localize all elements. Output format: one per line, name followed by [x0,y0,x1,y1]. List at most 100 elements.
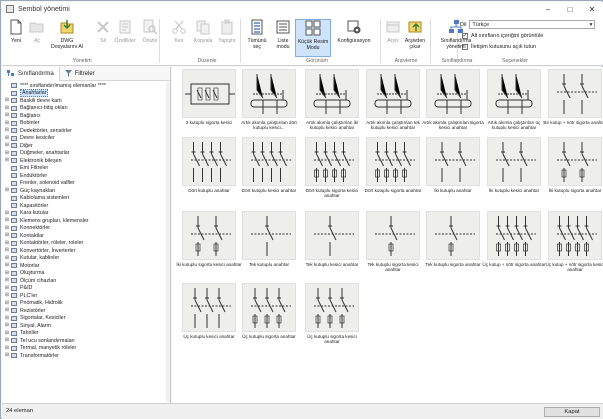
ribbon-button-2[interactable]: DWG Dosyalarını Al [49,19,85,50]
expand-plus-icon[interactable]: ⊞ [4,113,10,118]
expand-plus-icon[interactable]: ⊞ [4,120,10,126]
tree-item[interactable]: ⊞ Sinyal, Alarm [2,322,170,330]
ribbon-button-9[interactable]: Tümünü seç [245,19,269,50]
expand-plus-icon[interactable]: ⊞ [4,315,10,321]
expand-plus-icon[interactable]: ⊞ [4,285,10,291]
tree-item[interactable]: Endüktörler [2,172,170,180]
expand-plus-icon[interactable]: ⊞ [4,188,10,193]
expand-plus-icon[interactable]: ⊞ [4,278,10,283]
minimize-icon[interactable]: – [537,2,559,16]
symbol-tile[interactable]: Tek kutuplu kesici anahtar [299,209,365,277]
symbol-tile[interactable]: Tek kutuplu sigorta anahtar [420,209,486,277]
symbol-tile[interactable]: Üç kutup + nötr sigorta kesici anahtar [542,209,603,277]
tree-item[interactable]: ⊞ Bağlatıcı [2,112,170,120]
expand-plus-icon[interactable]: ⊞ [4,353,10,358]
tree-item[interactable]: Anahtarlar [2,89,170,98]
tree-item[interactable]: ⊞ Bağlanıcı-bitiş okları [2,105,170,113]
tree-item[interactable]: ⊞ Termal, manyetik röleler [2,345,170,353]
tree-item[interactable]: ⊞ Sigortalar, Kesiciler [2,315,170,323]
expand-plus-icon[interactable]: ⊞ [4,263,10,268]
symbol-tile[interactable]: İki kutuplu sigorta kesici anahtar [176,209,242,277]
tree-item[interactable]: ⊞ Kontaktlar [2,232,170,240]
symbol-tile[interactable]: Üç kutuplu kesici anahtar [176,281,242,349]
ribbon-button-11[interactable]: Küçük Resim Modu [295,19,331,57]
ribbon-button-0[interactable]: Yeni [6,19,26,44]
tree-item[interactable]: ⊞ Transformatörler [2,352,170,360]
tree-item[interactable]: ⊞ Tahriller [2,330,170,338]
tree-item[interactable]: ⊞ Konnektörler [2,225,170,233]
ribbon-button-5[interactable]: Önizle [141,19,159,44]
expand-plus-icon[interactable]: ⊞ [4,128,10,133]
tab-classification[interactable]: Sınıflandırma [2,66,60,81]
expand-plus-icon[interactable]: ⊞ [4,210,10,216]
expand-plus-icon[interactable]: ⊞ [4,330,10,336]
tree-item[interactable]: Kablolama sistemleri [2,195,170,203]
close-icon[interactable]: ✕ [581,2,603,16]
ribbon-button-1[interactable]: Aç [28,19,46,44]
tree-item[interactable]: Kapasitörler [2,202,170,210]
tree-item[interactable]: ⊞ PLC'ler [2,292,170,300]
symbol-tile[interactable]: İki kutuplu kesici anahtar [481,135,547,203]
tab-filters[interactable]: Filtreler [60,67,100,81]
language-dropdown[interactable]: Türkçe ▾ [469,20,596,29]
tree-item[interactable]: ⊞ Baskili devre kartı [2,97,170,105]
tree-item[interactable]: ⊞ Oluşturma [2,270,170,278]
symbol-tile[interactable]: Bir kutup + nötr sigorta anahtar [542,67,603,135]
tree-item[interactable]: ⊞ Klemens grupları, klemensler [2,217,170,225]
symbol-tile[interactable]: Tek kutuplu anahtar [236,209,302,277]
expand-plus-icon[interactable]: ⊞ [4,345,10,351]
ribbon-button-8[interactable]: Yapıştır [216,19,238,44]
tree-item[interactable]: ⊞ Kutular, kablinler [2,255,170,263]
ribbon-button-14[interactable]: Arşivden çıkar [402,19,428,50]
expand-plus-icon[interactable]: ⊞ [4,158,10,163]
expand-plus-icon[interactable]: ⊞ [4,233,10,238]
symbol-tile[interactable]: Artık akımla çalıştırılan tek kutuplu ke… [360,67,426,135]
tree-item[interactable]: ⊞ Tel ucu sonlandırmaları [2,337,170,345]
symbol-tile[interactable]: İki kutuplu anahtar [420,135,486,203]
ribbon-button-13[interactable]: Arşiv [384,19,402,44]
expand-plus-icon[interactable]: ⊞ [4,338,10,343]
symbol-tile[interactable]: Üç kutuplu sigorta anahtar [236,281,302,349]
ribbon-button-10[interactable]: Liste modu [272,19,294,50]
expand-plus-icon[interactable]: ⊞ [4,270,10,276]
expand-plus-icon[interactable]: ⊞ [4,105,10,111]
expand-plus-icon[interactable]: ⊞ [4,98,10,103]
symbol-tile[interactable]: Artık akımla çalıştırılan üç kutuplu kes… [481,67,547,135]
tree-item[interactable]: ⊞ Devre kesiciler [2,135,170,143]
symbol-tile[interactable]: Üç kutup + nötr sigorta anahtar [481,209,547,277]
tree-item[interactable]: ⊞ Güç kaynakları [2,187,170,195]
expand-plus-icon[interactable]: ⊞ [4,240,10,246]
ribbon-button-12[interactable]: Konfigürasyon [332,19,376,44]
tree-item[interactable]: ⊞ Rezistörler [2,307,170,315]
expand-plus-icon[interactable]: ⊞ [4,308,10,313]
symbol-tile[interactable]: Dört kutuplu anahtar [176,135,242,203]
tree-item[interactable]: ⊞ Motorlar [2,262,170,270]
expand-plus-icon[interactable]: ⊞ [4,135,10,141]
symbol-tile[interactable]: Üç kutuplu sigorta kesici anahtar [299,281,365,349]
ribbon-button-7[interactable]: Kopyala [192,19,214,44]
tree-item[interactable]: ⊞ Ölçüm cihazları [2,277,170,285]
expand-plus-icon[interactable]: ⊞ [4,255,10,261]
ribbon-button-15[interactable]: Sınıflandırma yönetimi [433,19,479,50]
symbol-tile[interactable]: Artık akımla çalıştırılan sigorta kesici… [420,67,486,135]
symbol-tile[interactable]: 3 kutuplu sigorta kesici [176,67,242,135]
tree-item[interactable]: ⊞ Pnömatik, Hidrolik [2,300,170,308]
expand-plus-icon[interactable]: ⊞ [4,293,10,298]
symbol-tile[interactable]: Artık akımla çalıştırılan dört kutuplu k… [236,67,302,135]
tree-item[interactable]: ⊞ Elektronik bileşen [2,157,170,165]
expand-plus-icon[interactable]: ⊞ [4,150,10,156]
tree-item[interactable]: Frenler, solenoid valfler [2,180,170,188]
expand-plus-icon[interactable]: ⊞ [4,218,10,223]
tree-scrollbar[interactable] [166,82,170,402]
expand-plus-icon[interactable]: ⊞ [4,225,10,231]
symbol-tile[interactable]: Tek kutuplu sigorta kesici anahtar [360,209,426,277]
symbol-tile[interactable]: Dört kutuplu sigorta kesici anahtar [299,135,365,203]
tree-item[interactable]: ⊞ Konvertörler, İnverterler [2,247,170,255]
ribbon-button-4[interactable]: Özellikler [112,19,138,44]
tree-item[interactable]: ⊞ Düğmeler, anahtarlar [2,150,170,158]
tree-item[interactable]: Emi Filtreler [2,165,170,173]
tree-item[interactable]: ⊞ Kara kutular [2,210,170,218]
expand-plus-icon[interactable]: ⊞ [4,143,10,148]
symbol-tile[interactable]: Artık akımla çalıştırılan iki kutuplu ke… [299,67,365,135]
expand-plus-icon[interactable]: ⊞ [4,248,10,253]
